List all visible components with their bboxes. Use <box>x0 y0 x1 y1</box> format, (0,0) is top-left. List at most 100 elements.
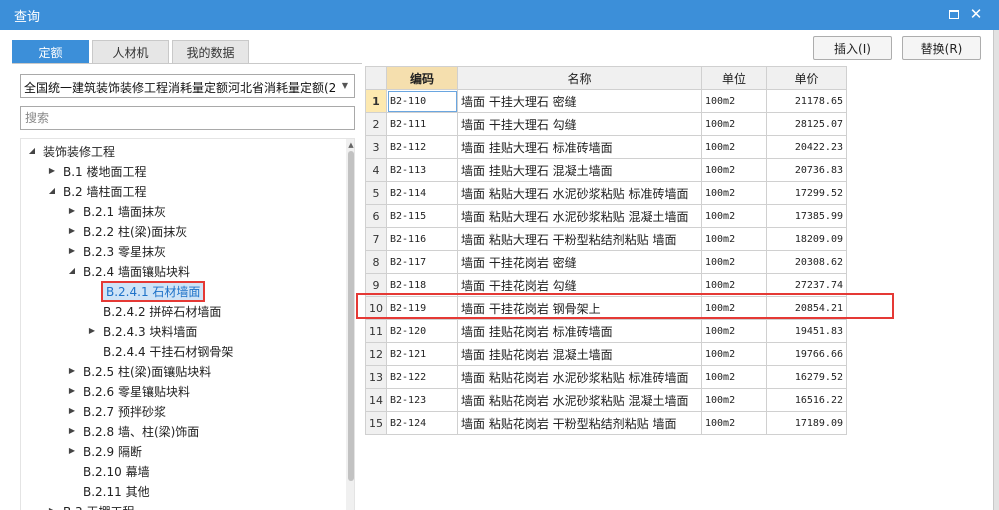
row-number[interactable]: 15 <box>365 411 387 435</box>
tree-item[interactable]: ◢ 装饰装修工程 <box>21 141 341 161</box>
collapsed-arrow-icon[interactable]: ▶ <box>87 325 97 337</box>
price-cell[interactable]: 28125.07 <box>766 112 847 136</box>
row-number[interactable]: 10 <box>365 296 387 320</box>
price-cell[interactable]: 16279.52 <box>766 365 847 389</box>
tree-item[interactable]: B.2.11 其他 <box>21 481 341 501</box>
code-cell[interactable]: B2-114 <box>386 181 458 205</box>
column-header-name[interactable]: 名称 <box>457 66 702 90</box>
collapsed-arrow-icon[interactable]: ▶ <box>67 425 77 437</box>
name-cell[interactable]: 墙面 粘贴大理石 水泥砂浆粘贴 标准砖墙面 <box>457 181 702 205</box>
tree-item[interactable]: ▶ B.2.6 零星镶贴块料 <box>21 381 341 401</box>
name-cell[interactable]: 墙面 粘贴花岗岩 干粉型粘结剂粘贴 墙面 <box>457 411 702 435</box>
expanded-arrow-icon[interactable]: ◢ <box>27 145 37 157</box>
row-number[interactable]: 3 <box>365 135 387 159</box>
code-cell[interactable]: B2-110 <box>386 89 458 113</box>
quota-library-select[interactable]: 全国统一建筑装饰装修工程消耗量定额河北省消耗量定额(20 ▼ <box>20 74 355 98</box>
tree-item[interactable]: ▶ B.2.1 墙面抹灰 <box>21 201 341 221</box>
unit-cell[interactable]: 100m2 <box>701 227 767 251</box>
row-number[interactable]: 5 <box>365 181 387 205</box>
expanded-arrow-icon[interactable]: ◢ <box>47 185 57 197</box>
row-number[interactable]: 14 <box>365 388 387 412</box>
unit-cell[interactable]: 100m2 <box>701 112 767 136</box>
name-cell[interactable]: 墙面 挂贴大理石 标准砖墙面 <box>457 135 702 159</box>
table-row[interactable]: 13 B2-122 墙面 粘贴花岗岩 水泥砂浆粘贴 标准砖墙面 100m2 16279.… <box>365 365 847 389</box>
code-cell[interactable]: B2-118 <box>386 273 458 297</box>
collapsed-arrow-icon[interactable]: ▶ <box>67 405 77 417</box>
price-cell[interactable]: 19451.83 <box>766 319 847 343</box>
tree-item[interactable]: ▶ B.2.2 柱(梁)面抹灰 <box>21 221 341 241</box>
insert-button[interactable]: 插入(I) <box>813 36 892 60</box>
tree-item[interactable]: B.2.10 幕墙 <box>21 461 341 481</box>
tree-scrollbar[interactable]: ▲ <box>346 139 354 510</box>
tree-item[interactable]: ▶ B.3 天棚工程 <box>21 501 341 510</box>
tab-materials[interactable]: 人材机 <box>92 40 169 64</box>
unit-cell[interactable]: 100m2 <box>701 296 767 320</box>
row-number[interactable]: 11 <box>365 319 387 343</box>
price-cell[interactable]: 19766.66 <box>766 342 847 366</box>
restore-icon[interactable] <box>946 6 962 22</box>
name-cell[interactable]: 墙面 干挂花岗岩 钢骨架上 <box>457 296 702 320</box>
row-number[interactable]: 6 <box>365 204 387 228</box>
code-cell[interactable]: B2-117 <box>386 250 458 274</box>
price-cell[interactable]: 21178.65 <box>766 89 847 113</box>
name-cell[interactable]: 墙面 干挂大理石 勾缝 <box>457 112 702 136</box>
table-row[interactable]: 3 B2-112 墙面 挂贴大理石 标准砖墙面 100m2 20422.23 <box>365 135 847 159</box>
code-cell[interactable]: B2-122 <box>386 365 458 389</box>
tree-item[interactable]: ▶ B.2.8 墙、柱(梁)饰面 <box>21 421 341 441</box>
code-cell[interactable]: B2-121 <box>386 342 458 366</box>
name-cell[interactable]: 墙面 挂贴花岗岩 混凝土墙面 <box>457 342 702 366</box>
column-header-code[interactable]: 编码 <box>386 66 458 90</box>
price-cell[interactable]: 20854.21 <box>766 296 847 320</box>
name-cell[interactable]: 墙面 粘贴大理石 干粉型粘结剂粘贴 墙面 <box>457 227 702 251</box>
unit-cell[interactable]: 100m2 <box>701 181 767 205</box>
code-cell[interactable]: B2-123 <box>386 388 458 412</box>
unit-cell[interactable]: 100m2 <box>701 388 767 412</box>
name-cell[interactable]: 墙面 干挂花岗岩 密缝 <box>457 250 702 274</box>
tab-quota[interactable]: 定额 <box>12 40 89 64</box>
scrollbar-thumb[interactable] <box>348 151 354 481</box>
price-cell[interactable]: 20736.83 <box>766 158 847 182</box>
row-number[interactable]: 2 <box>365 112 387 136</box>
tree-item[interactable]: ◢ B.2 墙柱面工程 <box>21 181 341 201</box>
price-cell[interactable]: 16516.22 <box>766 388 847 412</box>
table-row[interactable]: 15 B2-124 墙面 粘贴花岗岩 干粉型粘结剂粘贴 墙面 100m2 17189.0… <box>365 411 847 435</box>
row-number[interactable]: 8 <box>365 250 387 274</box>
unit-cell[interactable]: 100m2 <box>701 135 767 159</box>
table-row[interactable]: 12 B2-121 墙面 挂贴花岗岩 混凝土墙面 100m2 19766.66 <box>365 342 847 366</box>
table-row[interactable]: 1 B2-110 墙面 干挂大理石 密缝 100m2 21178.65 <box>365 89 847 113</box>
unit-cell[interactable]: 100m2 <box>701 273 767 297</box>
tree-item[interactable]: ▶ B.1 楼地面工程 <box>21 161 341 181</box>
price-cell[interactable]: 17385.99 <box>766 204 847 228</box>
code-cell[interactable]: B2-120 <box>386 319 458 343</box>
tree-item[interactable]: ▶ B.2.7 预拌砂浆 <box>21 401 341 421</box>
row-number[interactable]: 7 <box>365 227 387 251</box>
name-cell[interactable]: 墙面 挂贴花岗岩 标准砖墙面 <box>457 319 702 343</box>
unit-cell[interactable]: 100m2 <box>701 158 767 182</box>
table-row[interactable]: 5 B2-114 墙面 粘贴大理石 水泥砂浆粘贴 标准砖墙面 100m2 17299.5… <box>365 181 847 205</box>
table-row[interactable]: 2 B2-111 墙面 干挂大理石 勾缝 100m2 28125.07 <box>365 112 847 136</box>
column-header-unit[interactable]: 单位 <box>701 66 767 90</box>
table-row[interactable]: 10 B2-119 墙面 干挂花岗岩 钢骨架上 100m2 20854.21 <box>365 296 847 320</box>
replace-button[interactable]: 替换(R) <box>902 36 981 60</box>
collapsed-arrow-icon[interactable]: ▶ <box>47 165 57 177</box>
price-cell[interactable]: 17189.09 <box>766 411 847 435</box>
name-cell[interactable]: 墙面 挂贴大理石 混凝土墙面 <box>457 158 702 182</box>
column-header-price[interactable]: 单价 <box>766 66 847 90</box>
table-row[interactable]: 8 B2-117 墙面 干挂花岗岩 密缝 100m2 20308.62 <box>365 250 847 274</box>
chevron-down-icon[interactable]: ▼ <box>340 78 350 94</box>
tree-item[interactable]: B.2.4.4 干挂石材钢骨架 <box>21 341 341 361</box>
row-number[interactable]: 1 <box>365 89 387 113</box>
unit-cell[interactable]: 100m2 <box>701 365 767 389</box>
price-cell[interactable]: 27237.74 <box>766 273 847 297</box>
collapsed-arrow-icon[interactable]: ▶ <box>47 505 57 510</box>
name-cell[interactable]: 墙面 粘贴大理石 水泥砂浆粘贴 混凝土墙面 <box>457 204 702 228</box>
row-number[interactable]: 12 <box>365 342 387 366</box>
code-cell[interactable]: B2-124 <box>386 411 458 435</box>
code-cell[interactable]: B2-119 <box>386 296 458 320</box>
tree-item[interactable]: ▶ B.2.4.3 块料墙面 <box>21 321 341 341</box>
table-row[interactable]: 6 B2-115 墙面 粘贴大理石 水泥砂浆粘贴 混凝土墙面 100m2 17385.9… <box>365 204 847 228</box>
unit-cell[interactable]: 100m2 <box>701 411 767 435</box>
name-cell[interactable]: 墙面 干挂大理石 密缝 <box>457 89 702 113</box>
code-cell[interactable]: B2-111 <box>386 112 458 136</box>
tree-item[interactable]: B.2.4.2 拼碎石材墙面 <box>21 301 341 321</box>
